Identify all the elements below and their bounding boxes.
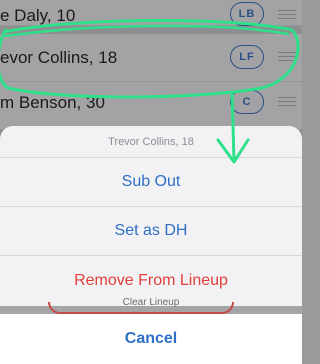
player-name: evor Collins, 18	[0, 48, 118, 67]
action-sheet: Trevor Collins, 18 Sub Out Set as DH Rem…	[0, 126, 302, 306]
player-name: m Benson, 30	[0, 93, 105, 112]
lineup-row[interactable]: e Daly, 10 LB	[0, 0, 302, 26]
reorder-handle-icon[interactable]	[278, 10, 296, 20]
clear-lineup-peek: Clear Lineup	[0, 297, 302, 314]
sub-out-button[interactable]: Sub Out	[0, 158, 302, 207]
set-as-dh-button[interactable]: Set as DH	[0, 207, 302, 256]
position-badge[interactable]: C	[230, 90, 264, 114]
position-badge[interactable]: LF	[230, 45, 264, 69]
reorder-handle-icon[interactable]	[278, 52, 296, 62]
lineup-screen: e Daly, 10 LB evor Collins, 18 LF m Bens…	[0, 0, 302, 364]
clear-lineup-label: Clear Lineup	[122, 297, 180, 308]
position-badge[interactable]: LB	[230, 2, 264, 26]
lineup-row[interactable]: evor Collins, 18 LF	[0, 34, 302, 82]
player-name: e Daly, 10	[0, 6, 76, 25]
reorder-handle-icon[interactable]	[278, 97, 296, 107]
cancel-button[interactable]: Cancel	[0, 314, 302, 364]
lineup-row[interactable]: m Benson, 30 C	[0, 82, 302, 130]
action-sheet-title: Trevor Collins, 18	[0, 126, 302, 158]
